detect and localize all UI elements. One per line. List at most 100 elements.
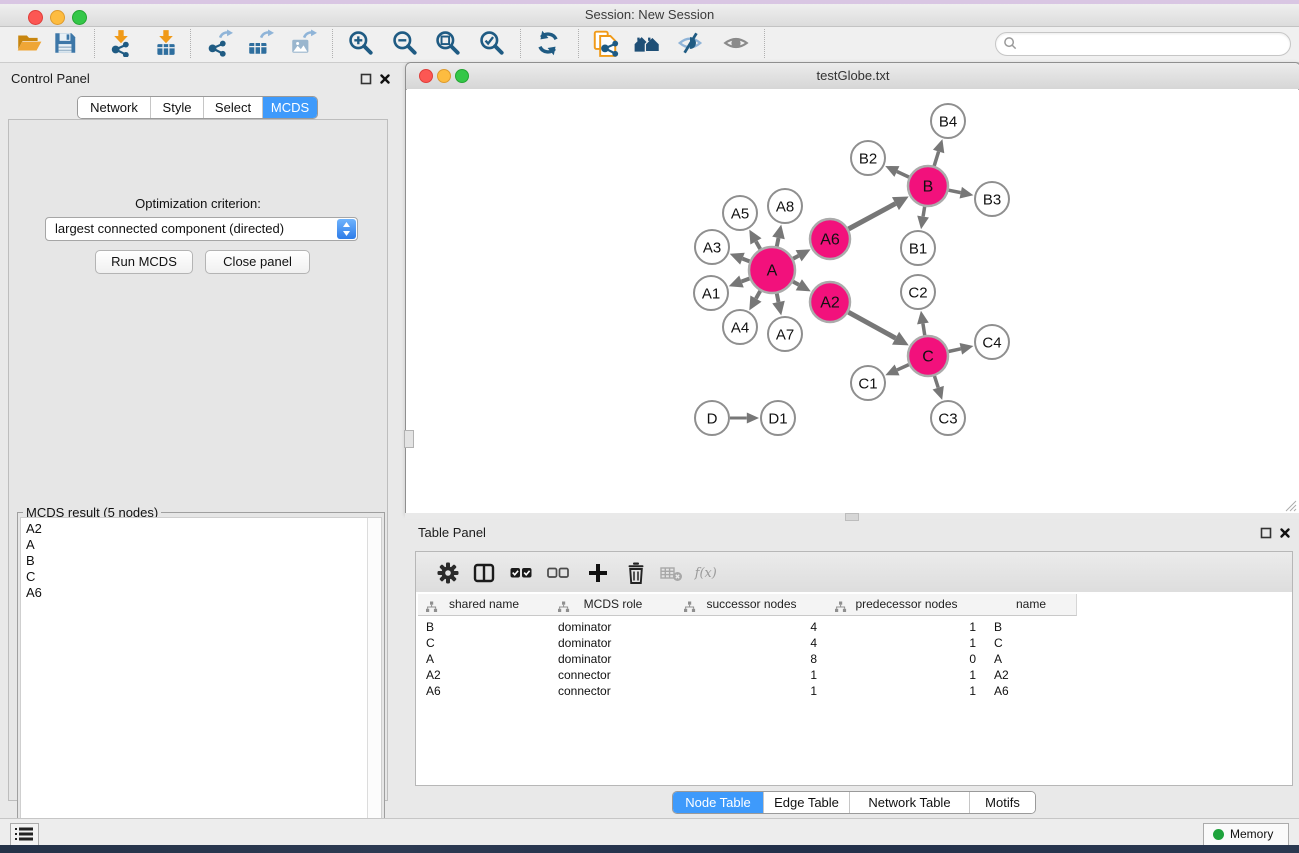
- table-cell[interactable]: dominator: [550, 635, 676, 651]
- search-box[interactable]: [995, 32, 1291, 56]
- table-cell[interactable]: 0: [827, 651, 986, 667]
- graph-edge-C-C1[interactable]: [897, 365, 909, 370]
- tab-motifs[interactable]: Motifs: [970, 792, 1035, 813]
- tab-network[interactable]: Network: [78, 97, 151, 118]
- network-canvas[interactable]: AA6A2BCA5A8A3A1A4A7B2B4B3B1C2C4C1C3DD1: [407, 89, 1298, 513]
- table-cell[interactable]: 1: [827, 619, 986, 635]
- tab-edge-table[interactable]: Edge Table: [764, 792, 850, 813]
- first-neighbors-icon[interactable]: [633, 29, 661, 57]
- hide-selected-icon[interactable]: [676, 29, 704, 57]
- column-header-name[interactable]: name: [986, 594, 1077, 616]
- graph-edge-B-B2[interactable]: [897, 171, 909, 177]
- table-cell[interactable]: 1: [827, 683, 986, 699]
- table-cell[interactable]: 4: [676, 635, 827, 651]
- table-cell[interactable]: 8: [676, 651, 827, 667]
- open-file-icon[interactable]: [15, 29, 43, 57]
- float-panel-icon[interactable]: [360, 72, 372, 84]
- graph-edge-A-A6[interactable]: [793, 256, 798, 259]
- table-cell[interactable]: A2: [418, 667, 550, 683]
- delete-entry-icon[interactable]: [624, 561, 648, 585]
- mcds-result-list[interactable]: A2ABCA6: [20, 517, 382, 849]
- search-input[interactable]: [1022, 34, 1281, 54]
- node-table[interactable]: shared nameMCDS rolesuccessor nodesprede…: [415, 592, 1293, 786]
- graph-edge-A-A2[interactable]: [793, 282, 799, 285]
- graph-edge-A-A1[interactable]: [742, 278, 750, 281]
- column-header-MCDS-role[interactable]: MCDS role: [550, 594, 677, 616]
- close-panel-icon[interactable]: [379, 72, 391, 84]
- table-cell[interactable]: A: [986, 651, 1076, 667]
- network-graph[interactable]: AA6A2BCA5A8A3A1A4A7B2B4B3B1C2C4C1C3DD1: [407, 89, 1298, 513]
- graph-edge-A-A8[interactable]: [777, 238, 779, 247]
- tab-select[interactable]: Select: [204, 97, 263, 118]
- table-settings-icon[interactable]: [436, 561, 460, 585]
- run-mcds-button[interactable]: Run MCDS: [95, 250, 193, 274]
- graph-edge-C-C3[interactable]: [934, 376, 938, 388]
- export-image-icon[interactable]: [289, 29, 317, 57]
- graph-edge-A-A4[interactable]: [756, 291, 760, 299]
- mcds-result-item[interactable]: A2: [21, 521, 381, 537]
- zoom-in-icon[interactable]: [347, 29, 375, 57]
- table-cell[interactable]: 1: [827, 635, 986, 651]
- graph-edge-C-C2[interactable]: [923, 324, 925, 336]
- zoom-fit-icon[interactable]: [434, 29, 462, 57]
- tab-network-table[interactable]: Network Table: [850, 792, 970, 813]
- import-table-icon[interactable]: [152, 29, 180, 57]
- tab-mcds[interactable]: MCDS: [263, 97, 317, 118]
- deselect-all-icon[interactable]: [546, 561, 570, 585]
- graph-edge-B-B4[interactable]: [934, 151, 938, 165]
- table-cell[interactable]: A2: [986, 667, 1076, 683]
- import-network-icon[interactable]: [107, 29, 135, 57]
- table-cell[interactable]: C: [418, 635, 550, 651]
- table-cell[interactable]: 1: [827, 667, 986, 683]
- graph-edge-A-A3[interactable]: [742, 259, 749, 262]
- tab-node-table[interactable]: Node Table: [673, 792, 764, 813]
- memory-button[interactable]: Memory: [1203, 823, 1289, 846]
- graph-edge-A-A5[interactable]: [756, 241, 760, 249]
- column-header-predecessor-nodes[interactable]: predecessor nodes: [827, 594, 987, 616]
- table-cell[interactable]: 4: [676, 619, 827, 635]
- table-cell[interactable]: 1: [676, 667, 827, 683]
- split-divider-handle[interactable]: [404, 430, 414, 448]
- table-cell[interactable]: connector: [550, 683, 676, 699]
- close-panel-button[interactable]: Close panel: [205, 250, 310, 274]
- show-hidden-icon[interactable]: [722, 29, 750, 57]
- save-session-icon[interactable]: [51, 29, 79, 57]
- table-cell[interactable]: A: [418, 651, 550, 667]
- column-header-successor-nodes[interactable]: successor nodes: [676, 594, 828, 616]
- select-all-icon[interactable]: [509, 561, 533, 585]
- main-titlebar[interactable]: Session: New Session: [0, 4, 1299, 27]
- table-cell[interactable]: connector: [550, 667, 676, 683]
- graph-edge-B-B1[interactable]: [923, 207, 925, 217]
- mcds-result-item[interactable]: A6: [21, 585, 381, 601]
- mcds-result-scrollbar[interactable]: [367, 518, 381, 848]
- table-cell[interactable]: C: [986, 635, 1076, 651]
- table-cell[interactable]: 1: [676, 683, 827, 699]
- float-table-panel-icon[interactable]: [1260, 526, 1272, 538]
- resize-grip-icon[interactable]: [1283, 498, 1297, 512]
- export-network-icon[interactable]: [205, 29, 233, 57]
- new-network-from-selection-icon[interactable]: [591, 29, 619, 57]
- criterion-dropdown[interactable]: largest connected component (directed): [45, 217, 358, 241]
- zoom-selected-icon[interactable]: [478, 29, 506, 57]
- column-header-shared-name[interactable]: shared name: [418, 594, 551, 616]
- mcds-result-item[interactable]: C: [21, 569, 381, 585]
- tab-style[interactable]: Style: [151, 97, 204, 118]
- table-cell[interactable]: A6: [418, 683, 550, 699]
- graph-edge-A-A7[interactable]: [777, 294, 779, 303]
- network-window-titlebar[interactable]: testGlobe.txt: [406, 63, 1299, 90]
- table-cell[interactable]: dominator: [550, 619, 676, 635]
- table-cell[interactable]: A6: [986, 683, 1076, 699]
- table-cell[interactable]: dominator: [550, 651, 676, 667]
- network-view-window[interactable]: testGlobe.txt AA6A2BCA5A8A3A1A4A7B2B4B3B…: [405, 62, 1299, 515]
- graph-edge-C-C4[interactable]: [949, 349, 961, 352]
- graph-edge-A2-C[interactable]: [848, 312, 895, 338]
- task-history-button[interactable]: [10, 823, 39, 846]
- column-split-icon[interactable]: [472, 561, 496, 585]
- graph-edge-A6-B[interactable]: [848, 204, 895, 229]
- table-cell[interactable]: B: [986, 619, 1076, 635]
- mcds-result-item[interactable]: B: [21, 553, 381, 569]
- zoom-out-icon[interactable]: [391, 29, 419, 57]
- refresh-layout-icon[interactable]: [534, 29, 562, 57]
- add-entry-icon[interactable]: [586, 561, 610, 585]
- close-table-panel-icon[interactable]: [1279, 526, 1291, 538]
